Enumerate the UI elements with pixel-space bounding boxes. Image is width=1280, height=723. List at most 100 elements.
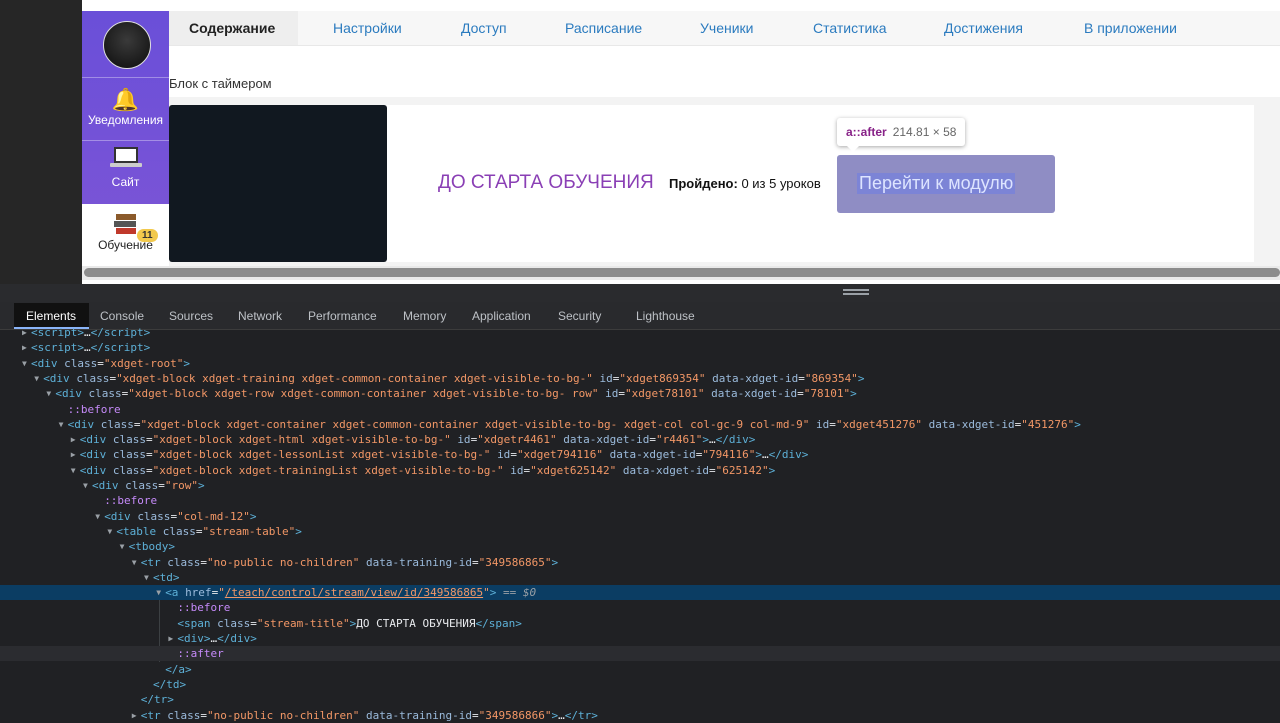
tab-settings[interactable]: Настройки [333,20,402,36]
devtools-tab-console[interactable]: Console [100,309,144,323]
dom-tree-node[interactable]: <span class="stream-title">ДО СТАРТА ОБУ… [0,616,1280,631]
dom-tree-node[interactable]: ▼ <div class="xdget-block xdget-training … [0,371,1280,386]
sidebar-item-notifications[interactable]: 🔔 Уведомления [82,85,169,143]
dom-tree-node[interactable]: ▶ <div class="xdget-block xdget-lessonLis… [0,447,1280,462]
caret-right-icon[interactable]: ▶ [71,447,76,462]
dom-node-markup: <div class="xdget-block xdget-container … [67,417,1081,431]
caret-down-icon[interactable]: ▼ [120,539,125,554]
dom-tree-node[interactable]: ▼ <tbody> [0,539,1280,554]
caret-down-icon[interactable]: ▼ [59,417,64,432]
stream-title-link[interactable]: ДО СТАРТА ОБУЧЕНИЯ [438,172,654,194]
drag-handle-icon[interactable] [843,289,869,295]
books-icon [113,210,139,236]
devtools-tab-security[interactable]: Security [558,309,601,323]
devtools-tab-performance[interactable]: Performance [308,309,377,323]
dom-node-markup: <div class="xdget-block xdget-row xdget-… [55,387,857,401]
dom-tree-node[interactable]: </td> [0,677,1280,692]
tab-statistics[interactable]: Статистика [813,20,887,36]
dom-node-markup: <a href="/teach/control/stream/view/id/3… [165,586,537,600]
dom-tree-node[interactable]: ::before [0,493,1280,508]
caret-down-icon[interactable]: ▼ [107,524,112,539]
devtools-resizer[interactable] [0,284,1280,302]
dom-tree-node[interactable]: ::before [0,600,1280,615]
caret-down-icon[interactable]: ▼ [22,356,27,371]
dom-node-markup: <div class="xdget-block xdget-lessonList… [79,448,809,462]
dom-node-markup: </tr> [140,693,174,707]
caret-down-icon[interactable]: ▼ [156,585,161,600]
caret-down-icon[interactable]: ▼ [83,478,88,493]
progress-text: Пройдено: 0 из 5 уроков [669,176,821,191]
dom-node-markup: ::before [177,601,231,615]
sidebar-item-site[interactable]: Сайт [82,145,169,203]
dom-tree-node[interactable]: ▼ <td> [0,570,1280,585]
dom-node-markup: <div class="xdget-block xdget-trainingLi… [79,463,776,477]
devtools-tab-application[interactable]: Application [472,309,531,323]
dom-tree-node[interactable]: ▼ <div class="row"> [0,478,1280,493]
devtools-tab-sources[interactable]: Sources [169,309,213,323]
laptop-icon [109,147,142,169]
tab-in-app[interactable]: В приложении [1084,20,1177,36]
tab-content[interactable]: Содержание [189,20,275,36]
sidebar-divider [82,140,169,141]
dom-node-markup: ::after [177,647,224,661]
caret-down-icon[interactable]: ▼ [34,371,39,386]
scrollbar-thumb[interactable] [84,268,1280,277]
caret-down-icon[interactable]: ▼ [144,570,149,585]
dom-tree-node[interactable]: ▼ <div class="xdget-root"> [0,356,1280,371]
devtools-tab-network[interactable]: Network [238,309,282,323]
sidebar-item-label: Сайт [111,175,140,189]
tab-achievements[interactable]: Достижения [944,20,1023,36]
dom-node-markup: <span class="stream-title">ДО СТАРТА ОБУ… [177,616,522,630]
caret-down-icon[interactable]: ▼ [71,463,76,478]
caret-down-icon[interactable]: ▼ [95,509,100,524]
dom-tree-node[interactable]: ▼ <tr class="no-public no-children" data-… [0,555,1280,570]
progress-label: Пройдено: [669,176,738,191]
caret-right-icon[interactable]: ▶ [168,631,173,646]
dom-tree-node[interactable]: ▶ <div class="xdget-block xdget-html xdge… [0,432,1280,447]
dom-tree-node[interactable]: </tr> [0,692,1280,707]
dom-tree-node[interactable]: ▶ <tr class="no-public no-children" data-… [0,708,1280,723]
dom-node-markup: </a> [165,662,192,676]
devtools-tab-lighthouse[interactable]: Lighthouse [636,309,695,323]
caret-right-icon[interactable]: ▶ [132,708,137,723]
caret-right-icon[interactable]: ▶ [22,340,27,355]
dom-tree-node[interactable]: ▶ <script>…</script> [0,340,1280,355]
dom-tree-node[interactable]: ▼ <a href="/teach/control/stream/view/id/… [0,585,1280,601]
tab-access[interactable]: Доступ [461,20,507,36]
dom-tree-node[interactable]: ▼ <table class="stream-table"> [0,524,1280,539]
dom-node-markup: </td> [153,677,187,691]
tab-schedule[interactable]: Расписание [565,20,642,36]
dom-node-markup: <script>…</script> [31,341,151,355]
sidebar-item-label: Уведомления [87,113,164,127]
devtools-tab-memory[interactable]: Memory [403,309,446,323]
dom-tree-node[interactable]: ▼ <div class="xdget-block xdget-row xdget… [0,386,1280,401]
dom-node-markup: <div>…</div> [177,632,257,645]
devtools-tab-elements[interactable]: Elements [26,309,76,323]
dom-tree-node[interactable]: ▼ <div class="col-md-12"> [0,509,1280,524]
sidebar: 🔔 Уведомления Сайт 11 Обучение [82,11,169,263]
caret-down-icon[interactable]: ▼ [46,386,51,401]
dom-tree-node[interactable]: ::after [0,646,1280,662]
tab-students[interactable]: Ученики [700,20,753,36]
dom-tree-node[interactable]: ▶ <script>…</script> [0,325,1280,340]
sidebar-item-education[interactable]: 11 Обучение [82,204,169,263]
caret-right-icon[interactable]: ▶ [22,325,27,340]
caret-down-icon[interactable]: ▼ [132,555,137,570]
dom-node-markup: <script>…</script> [31,326,151,339]
avatar[interactable] [103,21,151,69]
caret-right-icon[interactable]: ▶ [71,432,76,447]
dom-node-markup: <div class="xdget-root"> [31,356,190,370]
dom-tree-node[interactable]: ▼ <div class="xdget-block xdget-container… [0,417,1280,432]
elements-tree[interactable]: ▶ <script>…</script> ▶ <script>…</script> ▼ <… [0,326,1280,723]
dom-node-markup: ::before [67,402,121,416]
dom-node-markup: <div class="row"> [92,479,205,492]
tooltip-selector: a::after [846,125,887,139]
dom-tree-node[interactable]: ::before [0,402,1280,417]
bell-icon: 🔔 [111,87,140,112]
dom-tree-node[interactable]: ▶ <div>…</div> [0,631,1280,646]
dom-tree-node[interactable]: </a> [0,662,1280,677]
progress-value: 0 из 5 уроков [737,176,821,191]
dom-node-markup: <tr class="no-public no-children" data-t… [140,555,559,569]
dom-tree-node[interactable]: ▼ <div class="xdget-block xdget-trainingL… [0,463,1280,478]
tooltip-arrow [847,146,859,152]
